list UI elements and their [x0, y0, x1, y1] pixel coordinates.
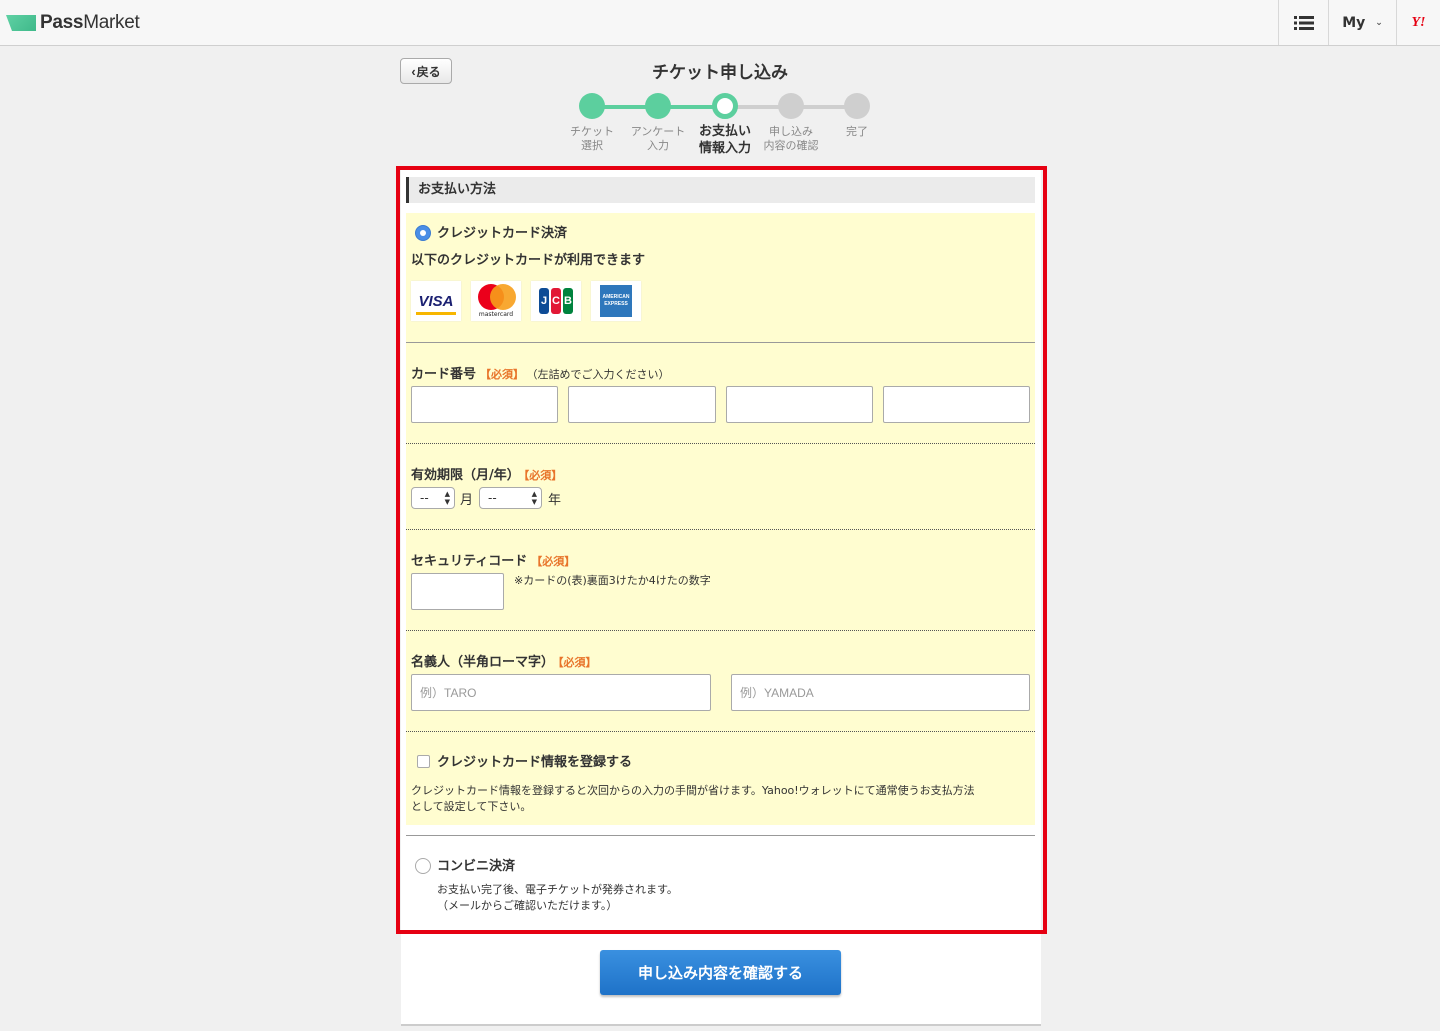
visa-logo: VISA: [411, 281, 461, 321]
card-number-label: カード番号 【必須】 （左詰めでご入力ください）: [411, 367, 670, 382]
step-complete: 完了: [822, 92, 892, 139]
register-card-label: クレジットカード情報を登録する: [437, 755, 633, 770]
logo-text: PassMarket: [40, 12, 140, 33]
passmarket-logo[interactable]: PassMarket: [6, 12, 140, 34]
confirm-application-button[interactable]: 申し込み内容を確認する: [600, 950, 841, 995]
first-name-field[interactable]: [411, 674, 711, 711]
top-bar: PassMarket My ⌄ Y!: [0, 0, 1440, 46]
card-number-field-2[interactable]: [568, 386, 716, 423]
select-arrows-icon: ▲ ▼: [444, 490, 450, 506]
divider: [406, 630, 1035, 631]
amex-logo: AMERICAN EXPRESS: [591, 281, 641, 321]
top-nav: My ⌄ Y!: [1278, 0, 1440, 45]
security-code-hint: ※カードの(表)裏面3けたか4けたの数字: [514, 574, 711, 587]
jcb-logo: JCB: [531, 281, 581, 321]
expiry-month-select[interactable]: -- ▲ ▼: [411, 487, 455, 509]
year-unit: 年: [548, 493, 562, 508]
card-number-field-1[interactable]: [411, 386, 558, 423]
yahoo-logo-link[interactable]: Y!: [1396, 0, 1440, 45]
holder-name-label: 名義人（半角ローマ字） 【必須】: [411, 655, 597, 670]
security-code-label: セキュリティコード 【必須】: [411, 554, 576, 569]
step-payment-info: お支払い 情報入力: [690, 92, 760, 157]
my-menu-button[interactable]: My ⌄: [1328, 0, 1396, 45]
available-cards-text: 以下のクレジットカードが利用できます: [411, 253, 646, 268]
card-number-field-4[interactable]: [883, 386, 1030, 423]
step-confirm: 申し込み 内容の確認: [756, 92, 826, 153]
register-card-description: クレジットカード情報を登録すると次回からの入力の手間が省けます。Yahoo!ウォ…: [411, 784, 975, 813]
section-title: お支払い方法: [406, 177, 1035, 203]
expiry-year-select[interactable]: -- ▲ ▼: [479, 487, 542, 509]
divider: [406, 731, 1035, 732]
chevron-down-icon: ⌄: [1375, 17, 1383, 28]
menu-list-icon[interactable]: [1278, 0, 1328, 45]
register-card-checkbox[interactable]: [417, 755, 430, 768]
step-survey: アンケート 入力: [623, 92, 693, 153]
select-arrows-icon: ▲ ▼: [531, 490, 537, 506]
step-dot-current: [712, 93, 738, 119]
divider: [406, 835, 1035, 836]
credit-card-radio[interactable]: [415, 225, 431, 241]
back-button[interactable]: ‹ 戻る: [400, 58, 452, 84]
step-dot: [579, 93, 605, 119]
chevron-left-icon: ‹: [411, 63, 416, 79]
divider: [406, 443, 1035, 444]
step-dot: [844, 93, 870, 119]
step-ticket-select: チケット 選択: [557, 92, 627, 153]
step-dot: [778, 93, 804, 119]
credit-card-label: クレジットカード決済: [437, 226, 568, 241]
convenience-store-radio[interactable]: [415, 858, 431, 874]
divider: [406, 342, 1035, 343]
step-dot: [645, 93, 671, 119]
security-code-field[interactable]: [411, 573, 504, 610]
convenience-store-note: お支払い完了後、電子チケットが発券されます。 （メールからご確認いただけます。）: [437, 883, 678, 912]
expiry-label: 有効期限（月/年） 【必須】: [411, 468, 563, 483]
convenience-store-label: コンビニ決済: [437, 859, 516, 874]
progress-steps: チケット 選択 アンケート 入力 お支払い 情報入力 申し込み 内容の確認 完了: [560, 92, 890, 162]
month-unit: 月: [460, 493, 474, 508]
logo-mark-icon: [6, 15, 36, 31]
divider: [406, 529, 1035, 530]
card-number-field-3[interactable]: [726, 386, 873, 423]
last-name-field[interactable]: [731, 674, 1030, 711]
mastercard-logo: mastercard: [471, 281, 521, 321]
page-title: チケット申し込み: [652, 63, 788, 83]
